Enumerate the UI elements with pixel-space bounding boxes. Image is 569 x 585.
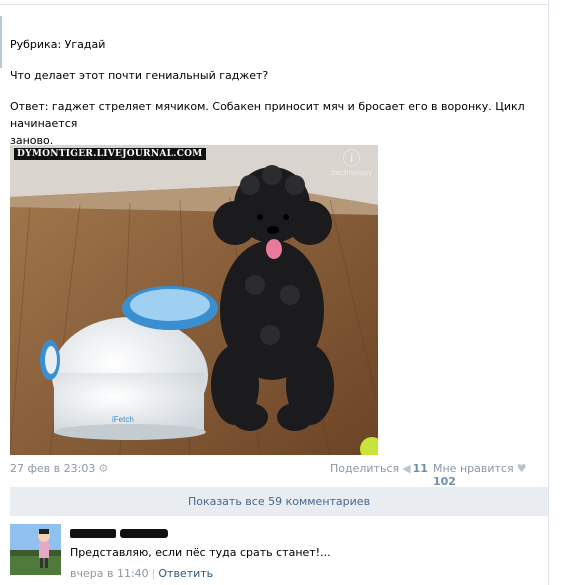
comment-meta: вчера в 11:40 | Ответить (70, 567, 214, 580)
itechnology-logo: ⓘ itechnology (331, 149, 372, 178)
post-photo[interactable]: iFetch DYMONTIGER.LIVEJOURNAL.COM ⓘ itec… (10, 145, 378, 455)
quote-bar (0, 16, 2, 68)
comment-text: Представляю, если пёс туда срать станет!… (70, 546, 331, 559)
top-divider (0, 4, 548, 5)
post-answer-line1: Ответ: гаджет стреляет мячиком. Собакен … (10, 100, 525, 130)
reply-link[interactable]: Ответить (158, 567, 213, 580)
like-label: Мне нравится (433, 462, 514, 475)
megaphone-icon: ◀ (402, 462, 411, 475)
post-text: Рубрика: Угадай Что делает этот почти ге… (10, 36, 540, 149)
avatar[interactable] (10, 524, 61, 575)
comment-author-redacted[interactable] (70, 529, 170, 539)
post-question: Что делает этот почти гениальный гаджет? (10, 69, 269, 82)
comment-time[interactable]: вчера в 11:40 (70, 567, 149, 580)
share-label: Поделиться (330, 462, 400, 475)
show-all-comments-button[interactable]: Показать все 59 комментариев (10, 487, 548, 516)
share-count: 11 (412, 462, 428, 475)
device-brand: iFetch (112, 415, 134, 424)
photo-illustration: iFetch (10, 145, 378, 455)
share-button[interactable]: Поделиться ◀ 11 (330, 462, 428, 475)
comment-item: Представляю, если пёс туда срать станет!… (10, 524, 548, 584)
photo-watermark: DYMONTIGER.LIVEJOURNAL.COM (14, 148, 206, 160)
post-meta: 27 фев в 23:03 ⚙ Поделиться ◀ 11 Мне нравит… (10, 462, 544, 488)
gear-icon[interactable]: ⚙ (98, 462, 108, 475)
like-button[interactable]: Мне нравится ♥102 (433, 462, 544, 488)
right-border (548, 0, 549, 585)
post-rubric: Рубрика: Угадай (10, 38, 106, 51)
post-date[interactable]: 27 фев в 23:03 ⚙ (10, 462, 108, 475)
heart-icon: ♥ (516, 462, 527, 475)
